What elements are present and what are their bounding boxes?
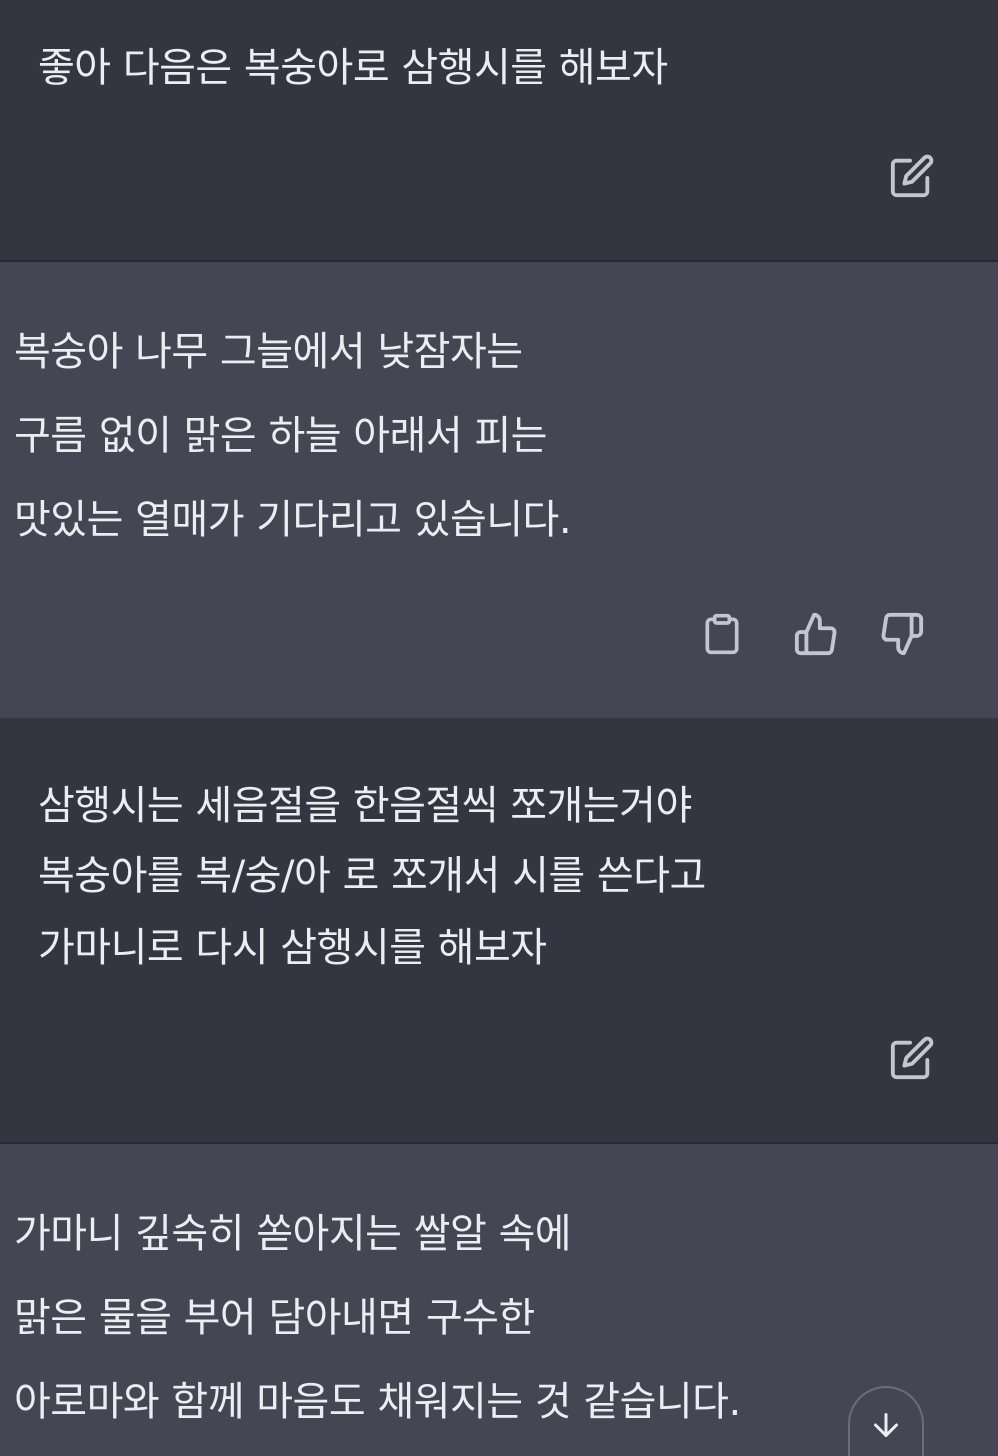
edit-icon [890, 1036, 934, 1080]
scroll-to-bottom-button[interactable] [848, 1386, 924, 1456]
message-text-line: 가마니로 다시 삼행시를 해보자 [38, 925, 547, 971]
message-assistant-2: 가마니 깊숙히 쏟아지는 쌀알 속에 맑은 물을 부어 담아내면 구수한 아로마… [0, 1144, 998, 1456]
message-text-line: 복숭아를 복/숭/아 로 쪼개서 시를 쓴다고 [38, 853, 706, 899]
message-text-line: 아로마와 함께 마음도 채워지는 것 같습니다. [14, 1379, 741, 1425]
copy-button[interactable] [694, 606, 750, 662]
message-text-line: 복숭아 나무 그늘에서 낮잠자는 [14, 329, 523, 375]
message-text-line: 가마니 깊숙히 쏟아지는 쌀알 속에 [14, 1211, 572, 1257]
thumbs-up-icon [794, 612, 837, 656]
clipboard-icon [705, 613, 739, 655]
dislike-button[interactable] [874, 606, 930, 662]
message-user-2: 삼행시는 세음절을 한음절씩 쪼개는거야 복숭아를 복/숭/아 로 쪼개서 시를… [0, 718, 998, 1142]
like-button[interactable] [788, 606, 844, 662]
arrow-down-icon [874, 1413, 898, 1437]
message-assistant-1: 복숭아 나무 그늘에서 낮잠자는 구름 없이 맑은 하늘 아래서 피는 맛있는 … [0, 262, 998, 718]
edit-message-button[interactable] [884, 1030, 940, 1086]
edit-icon [890, 154, 934, 198]
message-text-line: 구름 없이 맑은 하늘 아래서 피는 [14, 413, 547, 459]
message-text-line: 맛있는 열매가 기다리고 있습니다. [14, 497, 572, 543]
thumbs-down-icon [881, 612, 924, 656]
message-text-line: 삼행시는 세음절을 한음절씩 쪼개는거야 [38, 783, 692, 829]
message-text-line: 좋아 다음은 복숭아로 삼행시를 해보자 [38, 45, 668, 91]
message-text-line: 맑은 물을 부어 담아내면 구수한 [14, 1295, 535, 1341]
edit-message-button[interactable] [884, 148, 940, 204]
message-user-1: 좋아 다음은 복숭아로 삼행시를 해보자 [0, 0, 998, 260]
